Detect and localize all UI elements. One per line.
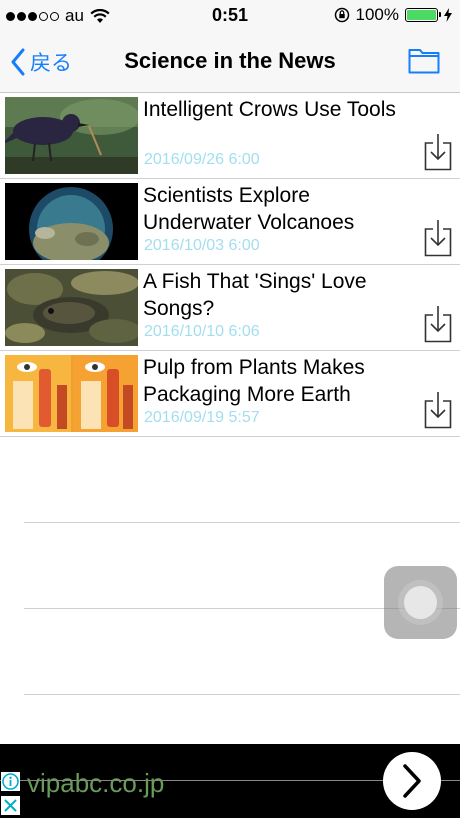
underwater-volcano-thumbnail	[5, 183, 138, 260]
folder-icon	[408, 49, 440, 74]
crow-thumbnail	[5, 97, 138, 174]
battery-icon	[405, 8, 441, 22]
article-row[interactable]: Pulp from Plants Makes Packaging More Ea…	[0, 351, 460, 437]
article-title: Scientists Explore Underwater Volcanoes	[143, 184, 355, 234]
close-icon[interactable]	[1, 796, 20, 815]
article-title: Pulp from Plants Makes Packaging More Ea…	[143, 356, 365, 406]
article-date: 2016/10/03 6:00	[144, 237, 260, 254]
folder-button[interactable]	[408, 46, 440, 79]
status-bar: au 0:51 100%	[0, 0, 460, 32]
ad-banner[interactable]: vipabc.co.jp	[0, 744, 460, 818]
article-list: Intelligent Crows Use Tools 2016/09/26 6…	[0, 93, 460, 437]
ad-url-text: vipabc.co.jp	[27, 768, 165, 798]
fish-thumbnail	[5, 269, 138, 346]
download-icon[interactable]	[424, 305, 452, 343]
charging-bolt-icon	[444, 8, 452, 22]
download-icon[interactable]	[424, 219, 452, 257]
article-date: 2016/09/26 6:00	[144, 151, 260, 168]
article-row[interactable]: Scientists Explore Underwater Volcanoes …	[0, 179, 460, 265]
download-icon[interactable]	[424, 391, 452, 429]
chevron-right-icon	[403, 764, 421, 798]
page-title: Science in the News	[124, 48, 336, 73]
mascara-packaging-thumbnail	[5, 355, 138, 432]
status-bar-right: 100%	[334, 5, 452, 25]
empty-row	[24, 437, 460, 523]
assistive-touch-button[interactable]	[384, 566, 457, 639]
ad-action-button[interactable]	[383, 752, 441, 810]
article-title: A Fish That 'Sings' Love Songs?	[143, 270, 367, 320]
empty-list-area	[0, 437, 460, 695]
navigation-bar: 戻る Science in the News	[0, 32, 460, 93]
article-date: 2016/10/10 6:06	[144, 323, 260, 340]
article-row[interactable]: Intelligent Crows Use Tools 2016/09/26 6…	[0, 93, 460, 179]
article-title: Intelligent Crows Use Tools	[143, 98, 396, 121]
battery-level	[407, 10, 436, 20]
article-date: 2016/09/19 5:57	[144, 409, 260, 426]
info-icon[interactable]	[1, 772, 20, 791]
orientation-lock-icon	[334, 7, 349, 23]
article-row[interactable]: A Fish That 'Sings' Love Songs? 2016/10/…	[0, 265, 460, 351]
battery-percent: 100%	[355, 5, 399, 24]
download-icon[interactable]	[424, 133, 452, 171]
